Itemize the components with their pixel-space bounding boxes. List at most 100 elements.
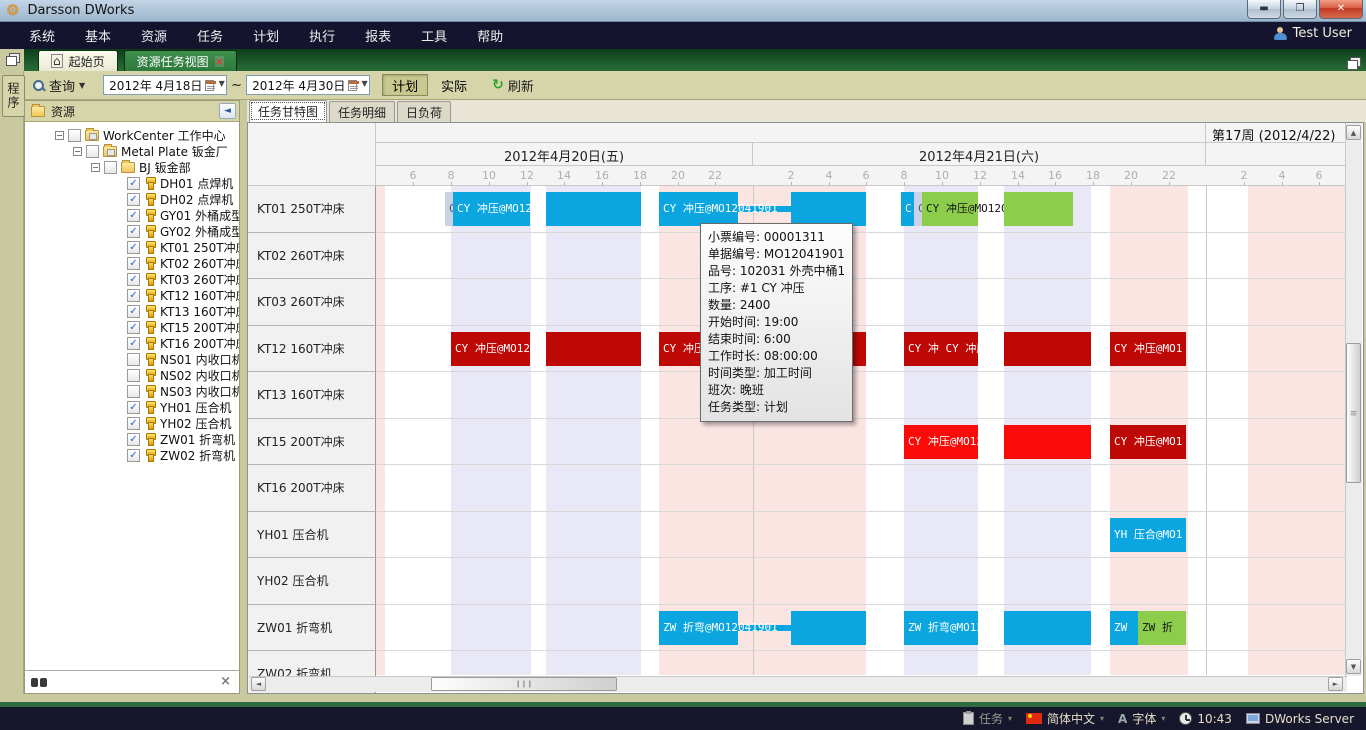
gantt-tab-任务明细[interactable]: 任务明细 (329, 101, 395, 122)
tree-checkbox[interactable]: ✓ (127, 305, 140, 318)
tree-item[interactable]: ✓DH01 点焊机 (25, 175, 239, 191)
status-item-DWorks Server[interactable]: DWorks Server (1246, 712, 1354, 726)
calendar-icon[interactable] (205, 80, 214, 91)
tree-checkbox[interactable]: ✓ (127, 449, 140, 462)
caret-down-icon[interactable]: ▾ (1100, 714, 1104, 723)
task-bar[interactable] (1004, 425, 1091, 459)
menu-item-工具[interactable]: 工具 (406, 22, 462, 49)
tree-item[interactable]: ✓KT15 200T冲床 (25, 319, 239, 335)
tree-item[interactable]: −Metal Plate 钣金厂 (25, 143, 239, 159)
tree-checkbox[interactable]: ✓ (127, 417, 140, 430)
task-bar[interactable] (791, 192, 866, 226)
tree-item[interactable]: ✓ZW02 折弯机 (25, 447, 239, 463)
status-item-简体中文[interactable]: 简体中文▾ (1026, 710, 1104, 727)
task-bar[interactable]: CY 冲压@MO12041901 (659, 192, 738, 226)
status-item-字体[interactable]: A字体▾ (1118, 710, 1165, 727)
gantt-tab-任务甘特图[interactable]: 任务甘特图 (249, 100, 327, 122)
tree-item[interactable]: ✓KT16 200T冲床 (25, 335, 239, 351)
tree-item[interactable]: ✓KT13 160T冲床 (25, 303, 239, 319)
tab-home[interactable]: ⌂ 起始页 (38, 50, 118, 71)
task-bar[interactable]: C (914, 192, 922, 226)
menu-item-报表[interactable]: 报表 (350, 22, 406, 49)
task-bar[interactable]: ZW 折弯@MO12041901 (904, 611, 978, 645)
task-bar[interactable]: C (445, 192, 453, 226)
menu-item-计划[interactable]: 计划 (238, 22, 294, 49)
clear-search-icon[interactable]: × (220, 674, 231, 689)
tree-checkbox[interactable]: ✓ (127, 289, 140, 302)
tree-checkbox[interactable]: ✓ (127, 433, 140, 446)
tab-close-icon[interactable]: × (215, 56, 224, 67)
tree-expander-icon[interactable]: − (91, 163, 100, 172)
panel-collapse-button[interactable]: ◄ (219, 103, 236, 119)
tree-checkbox[interactable]: ✓ (127, 273, 140, 286)
caret-down-icon[interactable]: ▾ (1161, 714, 1165, 723)
task-bar[interactable]: CY 冲压@MO1 (1110, 425, 1186, 459)
task-bar[interactable]: CY 冲压@MO12041903 (904, 425, 978, 459)
task-bar[interactable] (1004, 332, 1091, 366)
task-bar[interactable] (546, 192, 641, 226)
tree-checkbox[interactable] (127, 353, 140, 366)
menu-item-基本[interactable]: 基本 (70, 22, 126, 49)
tree-item[interactable]: ✓KT12 160T冲床 (25, 287, 239, 303)
task-bar[interactable]: CY 冲压@MO1 (1110, 332, 1186, 366)
plan-toggle-button[interactable]: 计划 (382, 74, 428, 96)
vertical-scroll-thumb[interactable]: ≡ (1346, 343, 1361, 483)
tree-item[interactable]: ✓GY02 外桶成型机 (25, 223, 239, 239)
scroll-left-icon[interactable]: ◄ (251, 677, 266, 691)
task-bar[interactable] (1004, 611, 1091, 645)
tree-checkbox[interactable]: ✓ (127, 321, 140, 334)
date-from-field[interactable]: 2012年 4月18日 ▼ (103, 75, 227, 95)
status-item-任务[interactable]: 任务▾ (963, 710, 1012, 727)
tree-item[interactable]: ✓YH02 压合机 (25, 415, 239, 431)
calendar-icon[interactable] (348, 80, 357, 91)
restore-button[interactable]: ❐ (1283, 0, 1317, 19)
menu-item-任务[interactable]: 任务 (182, 22, 238, 49)
tree-item[interactable]: ✓KT02 260T冲床 (25, 255, 239, 271)
gantt-tab-日负荷[interactable]: 日负荷 (397, 101, 451, 122)
task-bar[interactable]: CY 冲 CY 冲压@MO12041904 (904, 332, 978, 366)
task-bar[interactable]: ZW (1110, 611, 1138, 645)
task-bar[interactable]: C (901, 192, 914, 226)
query-dropdown-icon[interactable]: ▼ (79, 81, 85, 90)
refresh-button[interactable]: 刷新 (508, 76, 534, 95)
horizontal-scroll-thumb[interactable]: ❙❙❙ (431, 677, 617, 691)
query-button[interactable]: 查询 (49, 76, 75, 95)
tree-item[interactable]: NS03 内收口机 (25, 383, 239, 399)
tree-item[interactable]: ✓KT01 250T冲床 (25, 239, 239, 255)
panel-stack-icon[interactable] (6, 53, 19, 65)
tree-checkbox[interactable] (86, 145, 99, 158)
task-bar[interactable] (791, 611, 866, 645)
window-list-icon[interactable] (1347, 53, 1360, 69)
scroll-up-icon[interactable]: ▲ (1346, 125, 1361, 140)
menu-item-系统[interactable]: 系统 (14, 22, 70, 49)
task-bar[interactable]: CY 冲压@MO12041901 (453, 192, 530, 226)
task-bar[interactable]: ZW 折弯@MO12041901 (659, 611, 738, 645)
tree-checkbox[interactable]: ✓ (127, 225, 140, 238)
tree-item[interactable]: ✓YH01 压合机 (25, 399, 239, 415)
tree-item[interactable]: ✓DH02 点焊机 (25, 191, 239, 207)
tree-item[interactable]: −BJ 钣金部 (25, 159, 239, 175)
tree-checkbox[interactable] (127, 369, 140, 382)
task-bar[interactable]: YH 压合@MO1 (1110, 518, 1186, 552)
tree-item[interactable]: NS01 内收口机 (25, 351, 239, 367)
status-item-10:43[interactable]: 10:43 (1179, 712, 1232, 726)
caret-down-icon[interactable]: ▾ (1008, 714, 1012, 723)
tree-expander-icon[interactable]: − (73, 147, 82, 156)
menu-item-执行[interactable]: 执行 (294, 22, 350, 49)
tree-checkbox[interactable]: ✓ (127, 209, 140, 222)
scroll-right-icon[interactable]: ► (1328, 677, 1343, 691)
tree-item[interactable]: NS02 内收口机 (25, 367, 239, 383)
scroll-down-icon[interactable]: ▼ (1346, 659, 1361, 674)
close-button[interactable]: ✕ (1319, 0, 1363, 19)
user-indicator[interactable]: Test User (1274, 26, 1352, 41)
minimize-button[interactable]: ▬ (1247, 0, 1281, 19)
rail-tab-program[interactable]: 程序 (2, 75, 25, 117)
tab-resource-task-view[interactable]: 资源任务视图 × (124, 50, 237, 71)
task-bar[interactable]: CY 冲压@MO12041904 (451, 332, 530, 366)
tree-checkbox[interactable]: ✓ (127, 177, 140, 190)
binoculars-icon[interactable] (31, 676, 47, 687)
tree-item[interactable]: ✓GY01 外桶成型机 (25, 207, 239, 223)
task-bar[interactable]: CY 冲压@MO12041902 (922, 192, 978, 226)
task-bar[interactable] (546, 332, 641, 366)
task-bar[interactable] (1004, 192, 1073, 226)
